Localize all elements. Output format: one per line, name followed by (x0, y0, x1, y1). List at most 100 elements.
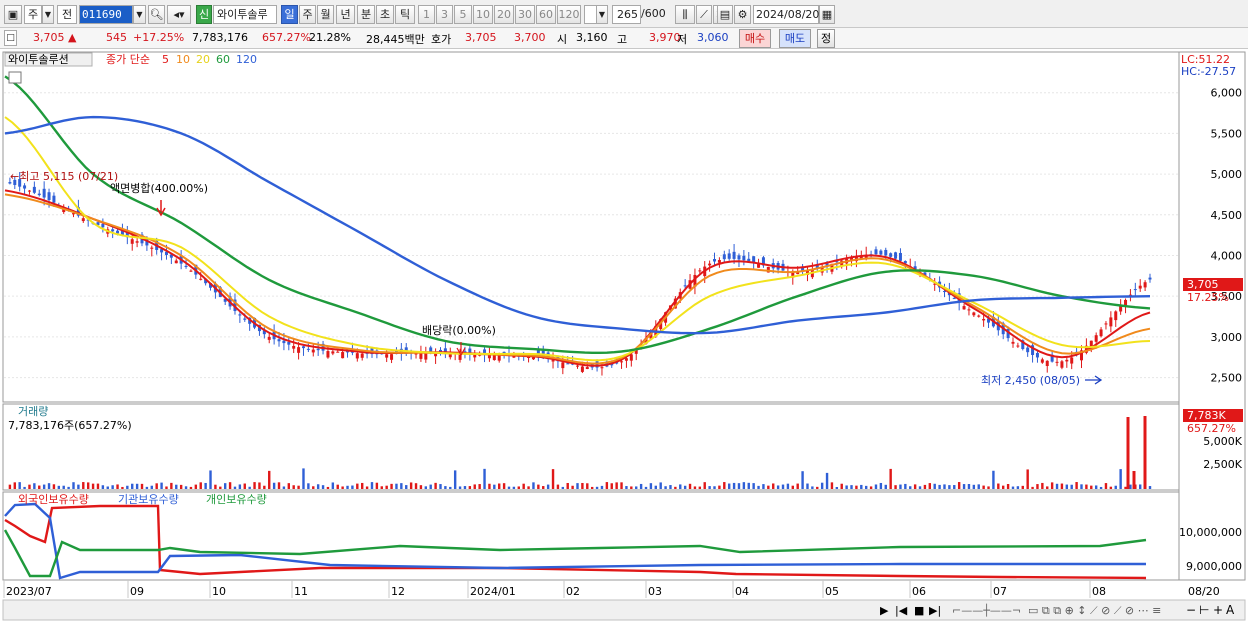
search-icon[interactable]: 🔍︎ (148, 5, 165, 24)
volume-bar (1006, 484, 1010, 489)
volume-bar (263, 485, 266, 489)
volume-bar (938, 484, 941, 489)
volume-bar (449, 486, 452, 489)
volume-bar (67, 486, 70, 489)
speaker-icon[interactable]: ◂▾ (167, 5, 191, 24)
stock-name-field: 와이투솔루 (213, 5, 277, 24)
interval-3-button[interactable]: 3 (436, 5, 453, 24)
candle-body (962, 306, 966, 310)
period-tick-button[interactable]: 틱 (395, 5, 415, 24)
stock-code-input[interactable]: 011690 (79, 5, 133, 24)
candle-body (184, 265, 188, 267)
stock-chart[interactable]: 6,0005,5005,0004,5004,0003,5003,0002,500… (0, 50, 1248, 621)
candle-body (942, 291, 946, 293)
calendar-icon[interactable]: ▦ (819, 5, 835, 24)
period-minute-button[interactable]: 분 (357, 5, 375, 24)
volume-bar (72, 482, 75, 489)
font-size-icon[interactable]: A (1226, 603, 1235, 617)
candle-icon[interactable]: ⫼ (675, 5, 695, 24)
volume-bar (395, 483, 398, 489)
chevron-down-icon[interactable]: ▼ (596, 5, 608, 24)
period-day-button[interactable]: 일 (281, 5, 298, 24)
volume-bar (287, 483, 291, 489)
line-draw-icon[interactable]: ⟋ (696, 5, 712, 24)
candle-body (967, 309, 971, 311)
volume-bar (409, 482, 413, 489)
candle-body (487, 354, 491, 359)
zoom-fit-icon[interactable]: ⊢ (1199, 603, 1209, 617)
volume-bar (204, 482, 207, 489)
chevron-down-icon[interactable]: ▼ (133, 5, 146, 24)
period-year-button[interactable]: 년 (336, 5, 355, 24)
volume-bar (561, 486, 565, 489)
interval-10-button[interactable]: 10 (473, 5, 493, 24)
candle-body (238, 314, 242, 316)
tool-icons[interactable]: ▭ ⧉ ⧉ ⊕ ↕ ⟋ ⊘ ⟋ ⊘ ⋯ ≡ (1028, 604, 1161, 617)
count-input[interactable]: 265 (612, 5, 641, 24)
price-change: 545 (106, 31, 127, 44)
volume-bar (346, 485, 349, 489)
candle-body (47, 192, 51, 201)
market-type-select[interactable]: 주 (24, 5, 42, 24)
volume-bar (140, 483, 144, 489)
ask-price: 3,705 (465, 31, 497, 44)
chart-area[interactable]: 6,000 5,500 5,000 4,500 4,000 3,500 3,000 2,500… (0, 50, 1248, 621)
correction-button[interactable]: 정 (817, 29, 835, 48)
volume-bar (135, 483, 139, 489)
candle-body (531, 357, 535, 360)
chevron-down-icon[interactable]: ▼ (42, 5, 54, 24)
period-second-button[interactable]: 초 (376, 5, 394, 24)
volume-bar (341, 486, 344, 489)
interval-1-button[interactable]: 1 (418, 5, 435, 24)
volume-bar (233, 486, 237, 489)
gear-icon[interactable]: ⚙ (734, 5, 751, 24)
volume-bar (1099, 486, 1103, 489)
volume-bar (644, 486, 648, 489)
volume-bar (781, 484, 785, 489)
scroll-right-icon[interactable]: ▶ (880, 604, 889, 617)
period-week-button[interactable]: 주 (299, 5, 316, 24)
zoom-slider[interactable]: ⌐——┼——¬ (952, 603, 1021, 617)
volume-value-text: 7,783,176주(657.27%) (8, 419, 132, 432)
volume-bar (997, 483, 1000, 489)
candle-body (341, 352, 345, 359)
candle-body (982, 318, 986, 321)
volume-bar (708, 486, 711, 489)
x-corner-label: 08/20 (1188, 585, 1220, 598)
candle-body (1099, 329, 1103, 337)
volume-bar (248, 486, 251, 489)
interval-120-button[interactable]: 120 (557, 5, 581, 24)
buy-button[interactable]: 매수 (739, 29, 771, 48)
volume-bar (219, 486, 222, 489)
interval-5-button[interactable]: 5 (454, 5, 472, 24)
stop-icon[interactable]: ■ (914, 604, 924, 617)
interval-20-button[interactable]: 20 (494, 5, 514, 24)
period-month-button[interactable]: 월 (317, 5, 334, 24)
volume-bar (869, 486, 873, 489)
market-all-select[interactable]: 전 (57, 5, 77, 24)
zoom-in-icon[interactable]: + (1213, 603, 1223, 617)
volume-bar (713, 486, 716, 489)
volume-bar (160, 482, 163, 489)
candle-body (1035, 352, 1039, 358)
ma5-legend: 5 (162, 53, 169, 66)
price-change-pct: +17.25% (133, 31, 185, 44)
save-icon[interactable]: ▤ (717, 5, 733, 24)
layout-icon[interactable]: ▣ (4, 5, 22, 24)
table-icon[interactable] (8, 71, 22, 84)
volume-bar (923, 484, 927, 489)
interval-60-button[interactable]: 60 (536, 5, 556, 24)
volume-bar (703, 482, 706, 489)
next-page-icon[interactable]: ▶| (929, 604, 941, 617)
volume-bar (1148, 486, 1152, 489)
prev-page-icon[interactable]: |◀ (895, 604, 908, 617)
current-price: 3,705 ▲ (33, 31, 77, 44)
quote-toggle-icon[interactable]: □ (4, 30, 17, 46)
interval-30-button[interactable]: 30 (515, 5, 535, 24)
sell-button[interactable]: 매도 (779, 29, 811, 48)
volume-bar (806, 483, 809, 489)
zoom-out-icon[interactable]: − (1186, 603, 1196, 617)
volume-bar (1060, 483, 1064, 489)
date-input[interactable]: 2024/08/20 (753, 5, 819, 24)
volume-bar (1041, 482, 1044, 489)
